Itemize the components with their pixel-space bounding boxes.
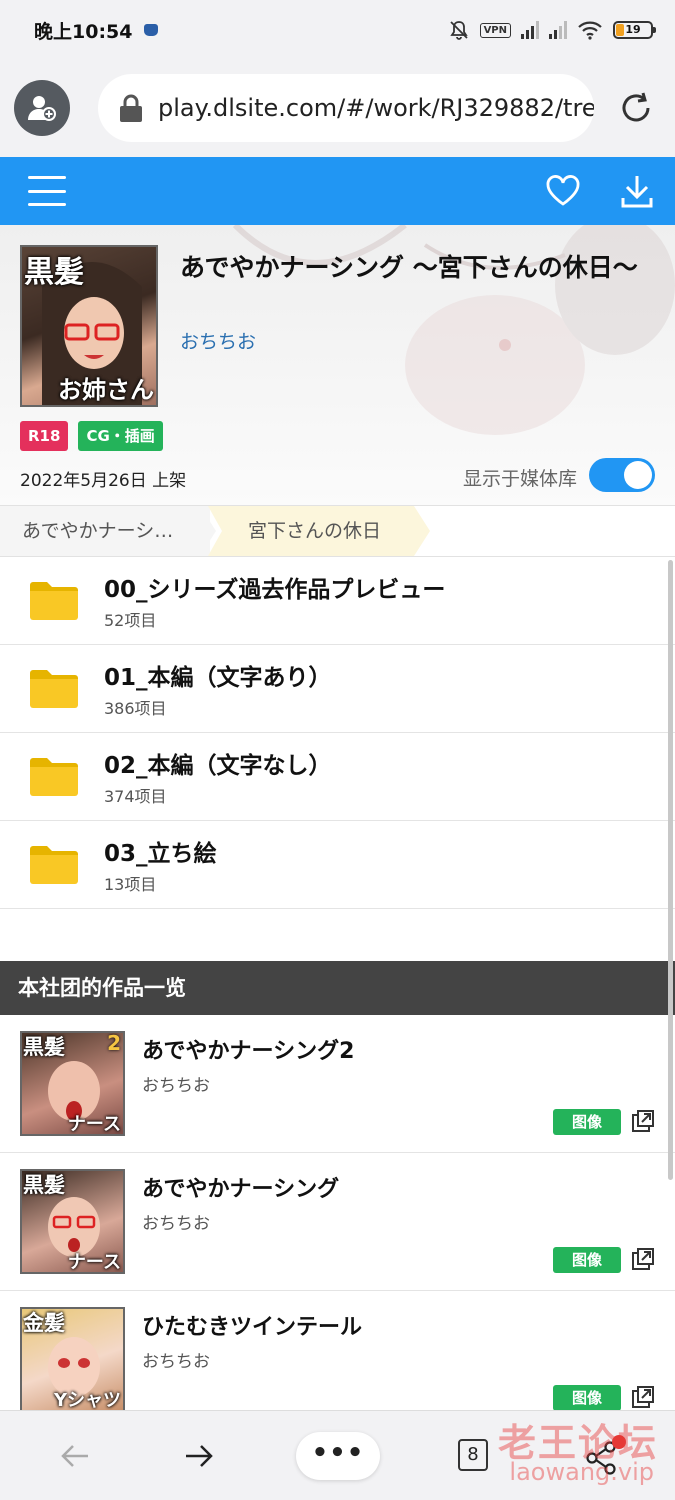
folder-icon: [30, 582, 78, 620]
external-link-icon[interactable]: [631, 1385, 655, 1409]
app-header: [0, 157, 675, 225]
image-badge: 图像: [553, 1247, 621, 1273]
external-link-icon[interactable]: [631, 1247, 655, 1271]
folder-count: 386项目: [104, 699, 167, 718]
breadcrumb: あでやかナーシ… 宮下さんの休日: [0, 505, 675, 557]
tab-switcher-button[interactable]: 8: [458, 1439, 488, 1471]
folder-count: 13项目: [104, 875, 157, 894]
related-work-item[interactable]: 黒髪 2 ナース あでやかナーシング2 おちちお 图像: [0, 1015, 675, 1153]
related-work-item[interactable]: 黒髪 ナース あでやかナーシング おちちお 图像: [0, 1153, 675, 1291]
thumbnail-caption-top: 黒髪: [23, 1173, 65, 1197]
release-date: 2022年5月26日 上架: [20, 471, 187, 491]
related-work-author: おちちお: [142, 1214, 210, 1234]
cover-caption-bottom: お姉さん: [58, 376, 154, 404]
page-scrollbar[interactable]: [668, 560, 673, 1180]
thumbnail-caption-bottom: Yシャツ: [53, 1390, 121, 1411]
folder-name: 03_立ち絵: [104, 841, 217, 867]
folder-item[interactable]: 00_シリーズ過去作品プレビュー 52项目: [0, 557, 675, 645]
section-title: 本社团的作品一览: [0, 961, 675, 1015]
thumbnail-caption-bottom: ナース: [67, 1114, 121, 1135]
image-badge: 图像: [553, 1385, 621, 1411]
notification-app-icon: [144, 24, 159, 36]
image-badge: 图像: [553, 1109, 621, 1135]
folder-count: 52项目: [104, 611, 157, 630]
work-tags: R18 CG・插画: [20, 421, 163, 451]
work-author-link[interactable]: おちちお: [180, 327, 256, 354]
folder-icon: [30, 758, 78, 796]
heart-icon[interactable]: [545, 175, 581, 207]
related-work-thumbnail[interactable]: 黒髪 ナース: [20, 1169, 125, 1274]
external-link-icon[interactable]: [631, 1109, 655, 1133]
wifi-icon: [578, 21, 602, 40]
battery-level: 19: [625, 23, 641, 36]
related-work-title: あでやかナーシング: [142, 1177, 340, 1202]
work-title: あでやかナーシング 〜宮下さんの休日〜: [180, 253, 638, 282]
folder-icon: [30, 670, 78, 708]
work-cover-image[interactable]: 黒髪 お姉さん: [20, 245, 158, 407]
profile-avatar-button[interactable]: [14, 80, 70, 136]
status-bar: 晚上10:54 VPN 19: [0, 0, 675, 60]
folder-name: 01_本編（文字あり）: [104, 665, 332, 691]
related-work-title: あでやかナーシング2: [142, 1039, 355, 1064]
folder-name: 02_本編（文字なし）: [104, 753, 332, 779]
battery-icon: 19: [613, 21, 656, 39]
folder-item[interactable]: 02_本編（文字なし） 374项目: [0, 733, 675, 821]
thumbnail-caption-top: 黒髪: [23, 1035, 65, 1059]
folder-count: 374项目: [104, 787, 167, 806]
work-header: 黒髪 お姉さん あでやかナーシング 〜宮下さんの休日〜 おちちお R18 CG・…: [0, 225, 675, 505]
related-work-author: おちちお: [142, 1076, 210, 1096]
related-work-thumbnail[interactable]: 金髪 Yシャツ: [20, 1307, 125, 1412]
folder-icon: [30, 846, 78, 884]
list-spacer: [0, 909, 675, 961]
related-work-title: ひたむきツインテール: [142, 1315, 363, 1340]
thumbnail-caption-top: 金髪: [23, 1311, 65, 1335]
url-field[interactable]: play.dlsite.com/#/work/RJ329882/tre: [98, 74, 594, 142]
bell-off-icon: [449, 21, 468, 40]
watermark-line2: laowang.vip: [509, 1458, 654, 1486]
related-work-thumbnail[interactable]: 黒髪 2 ナース: [20, 1031, 125, 1136]
status-time: 晚上10:54: [34, 20, 133, 43]
reload-icon[interactable]: [616, 88, 656, 128]
breadcrumb-item-current[interactable]: 宮下さんの休日: [208, 506, 430, 556]
folder-list: 00_シリーズ過去作品プレビュー 52项目 01_本編（文字あり） 386项目 …: [0, 557, 675, 909]
tag-r18: R18: [20, 421, 69, 451]
thumbnail-caption-bottom: ナース: [67, 1252, 121, 1273]
tag-cg: CG・插画: [78, 421, 163, 451]
folder-item[interactable]: 01_本編（文字あり） 386项目: [0, 645, 675, 733]
signal-icon: [549, 21, 567, 39]
watermark: 老王论坛 laowang.vip: [488, 1412, 668, 1492]
related-work-author: おちちお: [142, 1352, 210, 1372]
media-library-toggle[interactable]: [589, 458, 655, 492]
related-work-item[interactable]: 金髪 Yシャツ ひたむきツインテール おちちお 图像: [0, 1291, 675, 1415]
related-works-list: 黒髪 2 ナース あでやかナーシング2 おちちお 图像 黒髪 ナース あでやかナ…: [0, 1015, 675, 1415]
media-library-label: 显示于媒体库: [462, 468, 577, 490]
lock-icon: [120, 94, 142, 122]
vpn-icon: VPN: [479, 22, 511, 38]
browser-url-bar: play.dlsite.com/#/work/RJ329882/tre: [0, 60, 675, 156]
forward-arrow-icon[interactable]: [182, 1439, 216, 1473]
cover-caption-top: 黒髪: [24, 255, 84, 290]
download-icon[interactable]: [621, 174, 653, 208]
folder-name: 00_シリーズ過去作品プレビュー: [104, 577, 446, 603]
hamburger-menu-icon[interactable]: [28, 176, 66, 206]
back-arrow-icon[interactable]: [58, 1439, 92, 1473]
folder-item[interactable]: 03_立ち絵 13项目: [0, 821, 675, 909]
browser-menu-button[interactable]: •••: [296, 1432, 380, 1480]
breadcrumb-item-root[interactable]: あでやかナーシ…: [0, 506, 210, 556]
url-text: play.dlsite.com/#/work/RJ329882/tre: [158, 94, 594, 122]
thumbnail-number: 2: [107, 1031, 121, 1055]
user-add-icon: [28, 96, 56, 121]
status-icons: VPN 19: [448, 19, 656, 41]
signal-hd-icon: [521, 21, 539, 39]
